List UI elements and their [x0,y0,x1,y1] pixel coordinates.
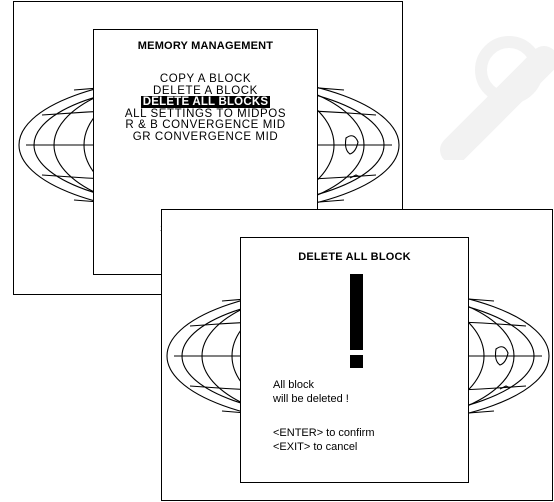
delete-dialog-message: All block will be deleted ! [273,379,349,406]
memory-menu-title: MEMORY MANAGEMENT [137,40,274,52]
warning-message-line2: will be deleted ! [273,392,349,405]
confirm-hint: <ENTER> to confirm [273,427,375,439]
delete-dialog-hints: <ENTER> to confirm <EXIT> to cancel [273,427,374,454]
menu-item-gr-convergence-mid[interactable]: GR CONVERGENCE MID [94,131,317,144]
delete-dialog-title: DELETE ALL BLOCK [298,251,411,263]
delete-all-block-screen: DELETE ALL BLOCK All block will be delet… [161,209,553,501]
exclamation-mark-icon [350,274,363,368]
watermark-graphic [440,36,554,160]
delete-dialog-panel: DELETE ALL BLOCK All block will be delet… [240,237,469,483]
memory-menu-list: COPY A BLOCK DELETE A BLOCK DELETE ALL B… [94,73,317,144]
warning-message-line1: All block [273,379,314,391]
cancel-hint: <EXIT> to cancel [273,440,358,453]
